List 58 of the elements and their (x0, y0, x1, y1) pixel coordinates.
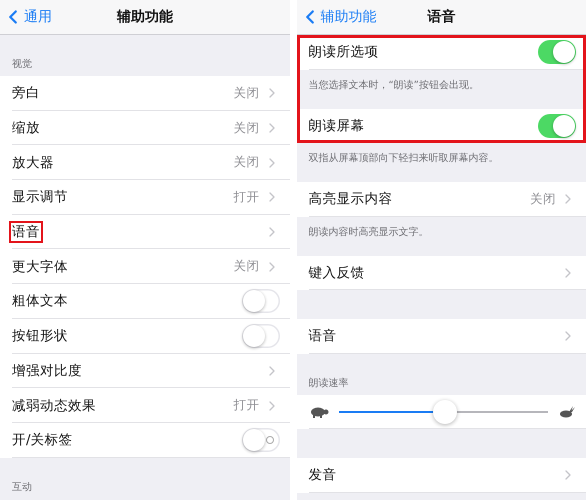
settings-row[interactable]: 开/关标签 (0, 422, 290, 458)
turtle-icon (308, 406, 328, 418)
row-value: 关闭 (234, 154, 260, 172)
section-header: 视觉 (11, 58, 33, 72)
settings-row[interactable]: 高亮显示内容 关闭 (296, 182, 586, 216)
settings-row[interactable]: 语音 (0, 214, 290, 250)
row-label: 显示调节 (12, 188, 69, 206)
row-label: 放大器 (12, 154, 55, 172)
row-label: 发音 (308, 466, 338, 484)
section-header: 互动 (11, 480, 33, 495)
row-value: 关闭 (530, 190, 556, 208)
settings-row[interactable]: 按钮形状 (0, 318, 290, 354)
row-value: 关闭 (234, 120, 260, 137)
toggle-switch[interactable] (538, 40, 576, 64)
row-label: 开/关标签 (12, 431, 74, 450)
section-header: 朗读速率 (308, 376, 350, 390)
slider-thumb[interactable] (433, 400, 458, 424)
section-footer: 双指从屏幕顶部向下轻扫来听取屏幕内容。 (296, 143, 586, 182)
row-label: 高亮显示内容 (308, 190, 394, 208)
toggle-switch[interactable] (242, 289, 280, 314)
row-label: 粗体文本 (12, 292, 69, 310)
row-label: 减弱动态效果 (12, 396, 97, 415)
settings-row[interactable]: 语音 (296, 319, 586, 354)
section-footer: 朗读内容时高亮显示文字。 (296, 216, 586, 256)
row-value: 关闭 (234, 84, 260, 102)
row-label: 语音 (308, 327, 338, 346)
toggle-switch[interactable] (242, 324, 280, 348)
settings-row[interactable]: 旁白 关闭 (0, 76, 290, 111)
settings-row[interactable]: 键入反馈 (296, 256, 586, 290)
back-button[interactable]: 通用 (24, 8, 52, 26)
row-label: 更大字体 (12, 258, 69, 276)
section-footer: 当您选择文本时，“朗读”按钮会出现。 (296, 70, 586, 108)
settings-row[interactable]: 增强对比度 (0, 354, 290, 388)
row-label: 朗读屏幕 (308, 116, 366, 135)
row-label: 缩放 (12, 119, 41, 138)
settings-row[interactable]: 减弱动态效果 打开 (0, 388, 290, 423)
hare-icon (558, 406, 576, 418)
toggle-switch[interactable] (538, 114, 576, 138)
row-value: 关闭 (234, 258, 260, 276)
row-label: 语音 (9, 221, 43, 244)
nav-title: 语音 (427, 8, 456, 26)
settings-row[interactable]: 缩放 关闭 (0, 110, 290, 146)
settings-row[interactable]: 更大字体 关闭 (0, 249, 290, 284)
row-value: 打开 (234, 397, 260, 414)
slider-track[interactable] (338, 400, 548, 424)
row-label: 朗读所选项 (308, 43, 380, 62)
row-label: 键入反馈 (308, 264, 366, 282)
toggle-switch[interactable] (242, 428, 280, 452)
settings-row[interactable]: 粗体文本 (0, 284, 290, 319)
settings-row[interactable]: 显示调节 打开 (0, 180, 290, 215)
nav-title: 辅助功能 (116, 8, 173, 26)
row-label: 按钮形状 (12, 327, 69, 346)
row-label: 增强对比度 (12, 362, 83, 380)
back-button[interactable]: 辅助功能 (320, 8, 376, 26)
row-value: 打开 (234, 188, 260, 206)
settings-row[interactable]: 放大器 关闭 (0, 145, 290, 180)
row-label: 旁白 (12, 84, 41, 102)
settings-row[interactable]: 发音 (296, 458, 586, 492)
